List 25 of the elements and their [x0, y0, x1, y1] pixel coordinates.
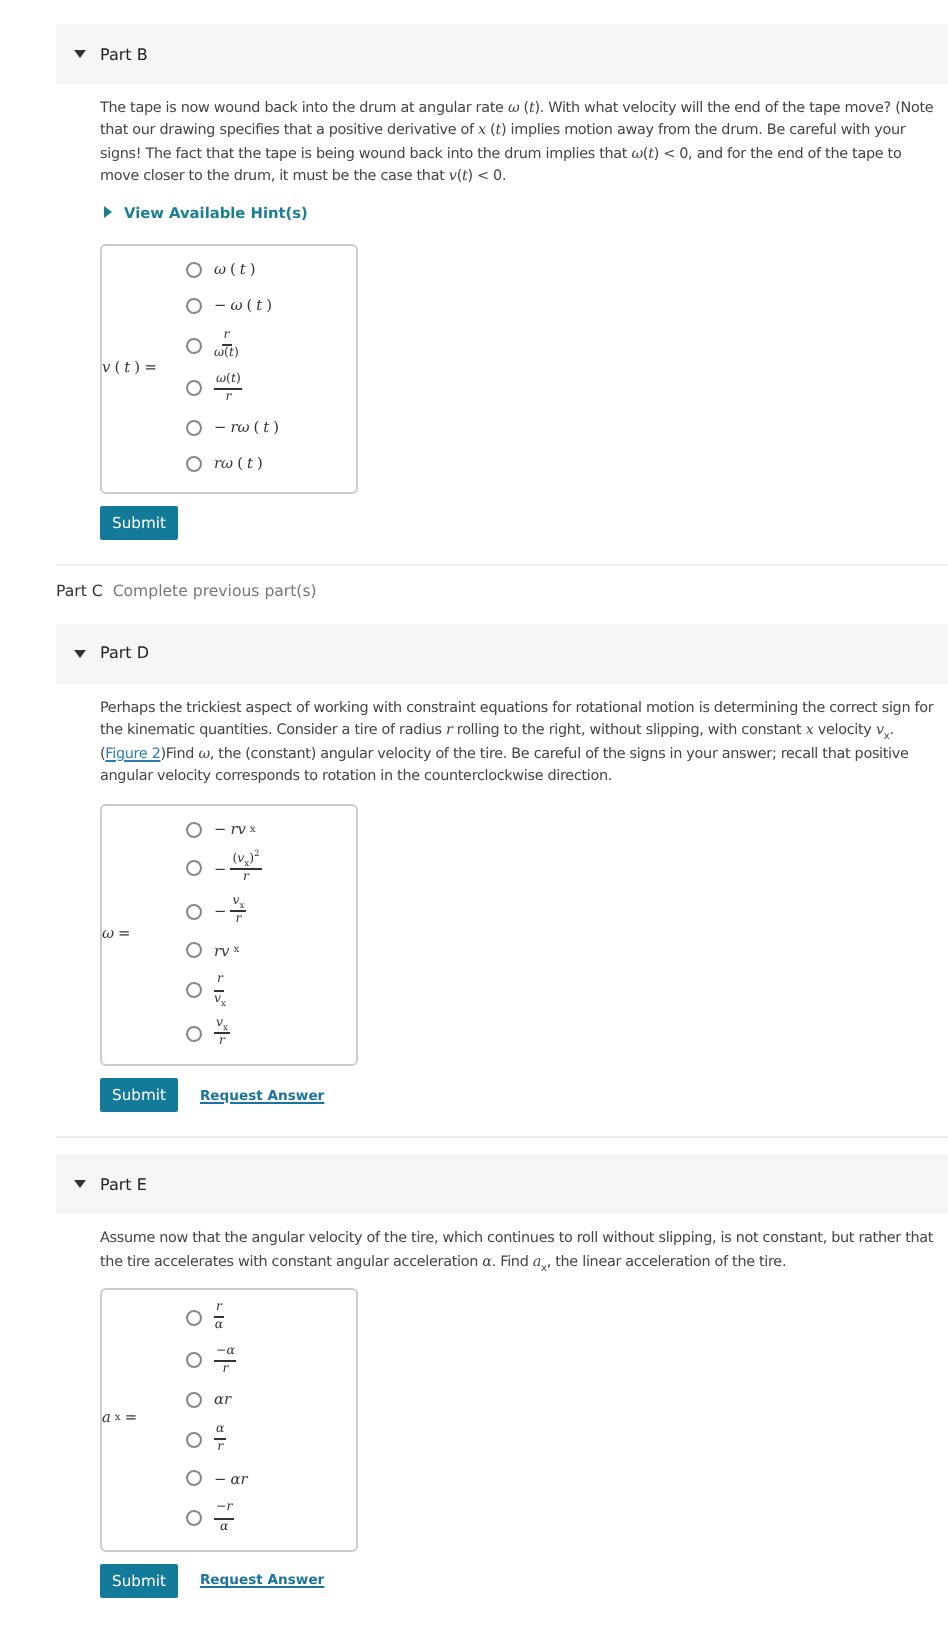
radio-button[interactable] [186, 337, 202, 354]
radio-button[interactable] [186, 1510, 202, 1527]
caret-icon[interactable] [72, 1176, 88, 1193]
radio-button[interactable] [186, 455, 202, 472]
radio-button[interactable] [186, 942, 202, 959]
radio-button[interactable] [186, 1391, 202, 1408]
radio-button[interactable] [186, 419, 202, 436]
part-title: Part D [100, 644, 149, 663]
radio-button[interactable] [186, 380, 202, 397]
radio-button[interactable] [186, 821, 202, 838]
part-title: Part B [100, 45, 148, 63]
radio-button[interactable] [186, 1025, 202, 1042]
radio-button[interactable] [186, 1470, 202, 1487]
part-title: Part E [100, 1175, 147, 1194]
radio-button[interactable] [186, 1309, 202, 1326]
caret-icon [100, 204, 116, 221]
radio-button[interactable] [186, 903, 202, 920]
caret-icon[interactable] [72, 46, 88, 62]
radio-button[interactable] [186, 1431, 202, 1448]
radio-button[interactable] [186, 1352, 202, 1369]
radio-button[interactable] [186, 982, 202, 999]
radio-button[interactable] [186, 262, 202, 279]
radio-button[interactable] [186, 298, 202, 315]
caret-icon[interactable] [72, 645, 88, 662]
radio-button[interactable] [186, 860, 202, 877]
